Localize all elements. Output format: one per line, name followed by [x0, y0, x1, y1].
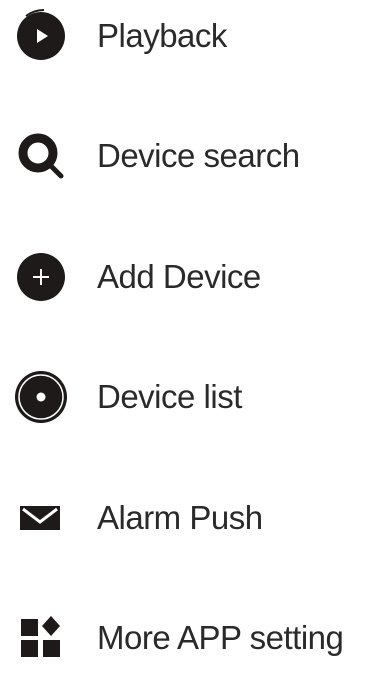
search-icon [10, 124, 74, 188]
menu-item-add-device[interactable]: Add Device [0, 237, 367, 317]
menu-item-more-app-setting[interactable]: More APP setting [0, 598, 367, 678]
menu-item-label: Device search [97, 137, 300, 174]
menu-item-label: Device list [97, 378, 242, 415]
apps-grid-icon [10, 606, 74, 670]
menu-item-label: Add Device [97, 258, 261, 295]
menu-item-label: Playback [97, 17, 227, 54]
menu-item-label: Alarm Push [97, 499, 263, 536]
menu-item-label: More APP setting [97, 619, 344, 656]
menu-item-alarm-push[interactable]: Alarm Push [0, 478, 367, 558]
device-list-icon [10, 365, 74, 429]
menu-item-playback[interactable]: Playback [0, 0, 367, 76]
playback-icon [10, 4, 74, 68]
side-menu: Playback Device search Add Device Device… [0, 0, 367, 663]
menu-item-device-search[interactable]: Device search [0, 116, 367, 196]
envelope-icon [10, 486, 74, 550]
menu-item-device-list[interactable]: Device list [0, 357, 367, 437]
plus-circle-icon [10, 245, 74, 309]
